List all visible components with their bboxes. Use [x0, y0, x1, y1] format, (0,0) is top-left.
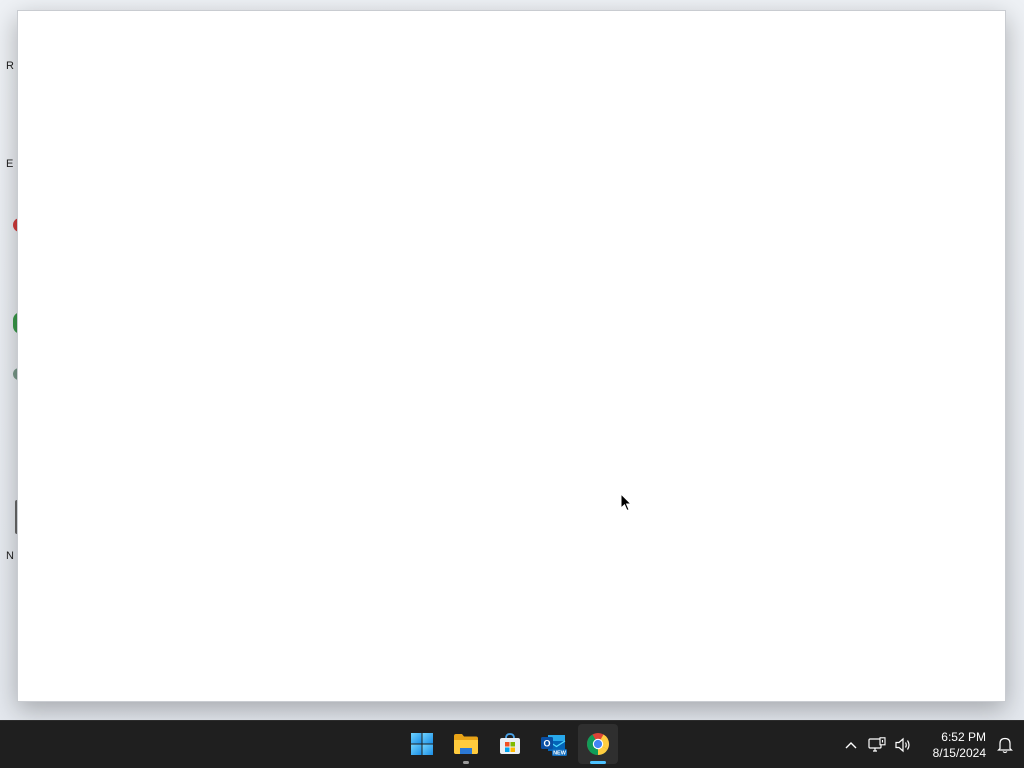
- start-button[interactable]: [402, 724, 442, 764]
- chrome-icon: [587, 733, 609, 756]
- outlook-icon: O NEW: [541, 735, 567, 757]
- network-button[interactable]: [864, 729, 890, 761]
- volume-button[interactable]: [890, 729, 916, 761]
- chevron-up-icon: [845, 742, 857, 749]
- outlook-button[interactable]: O NEW: [534, 724, 574, 764]
- mouse-pointer-icon: [620, 493, 632, 512]
- speaker-icon: [895, 737, 910, 753]
- clock[interactable]: 6:52 PM 8/15/2024: [920, 729, 986, 761]
- network-icon: [868, 737, 886, 752]
- outlook-new-badge: NEW: [553, 751, 567, 757]
- show-hidden-icons-button[interactable]: [838, 729, 864, 761]
- folder-icon: [454, 734, 478, 754]
- taskbar-pinned-apps: O NEW: [402, 724, 618, 766]
- clock-time: 6:52 PM: [941, 730, 986, 744]
- store-bag-icon: [500, 733, 520, 754]
- clock-date: 8/15/2024: [932, 746, 986, 760]
- windows-start-icon: [411, 733, 433, 755]
- file-explorer-button[interactable]: [446, 724, 486, 764]
- taskbar: O NEW 6:52 PM 8/15/2024: [0, 720, 1024, 768]
- chrome-button[interactable]: [578, 724, 618, 764]
- notifications-button[interactable]: [992, 729, 1018, 761]
- running-indicator: [463, 761, 469, 764]
- bell-icon: [997, 737, 1013, 754]
- active-indicator: [590, 761, 606, 764]
- microsoft-store-button[interactable]: [490, 724, 530, 764]
- svg-text:O: O: [543, 739, 550, 749]
- browser-window[interactable]: [17, 10, 1006, 702]
- system-tray: 6:52 PM 8/15/2024: [838, 721, 1024, 768]
